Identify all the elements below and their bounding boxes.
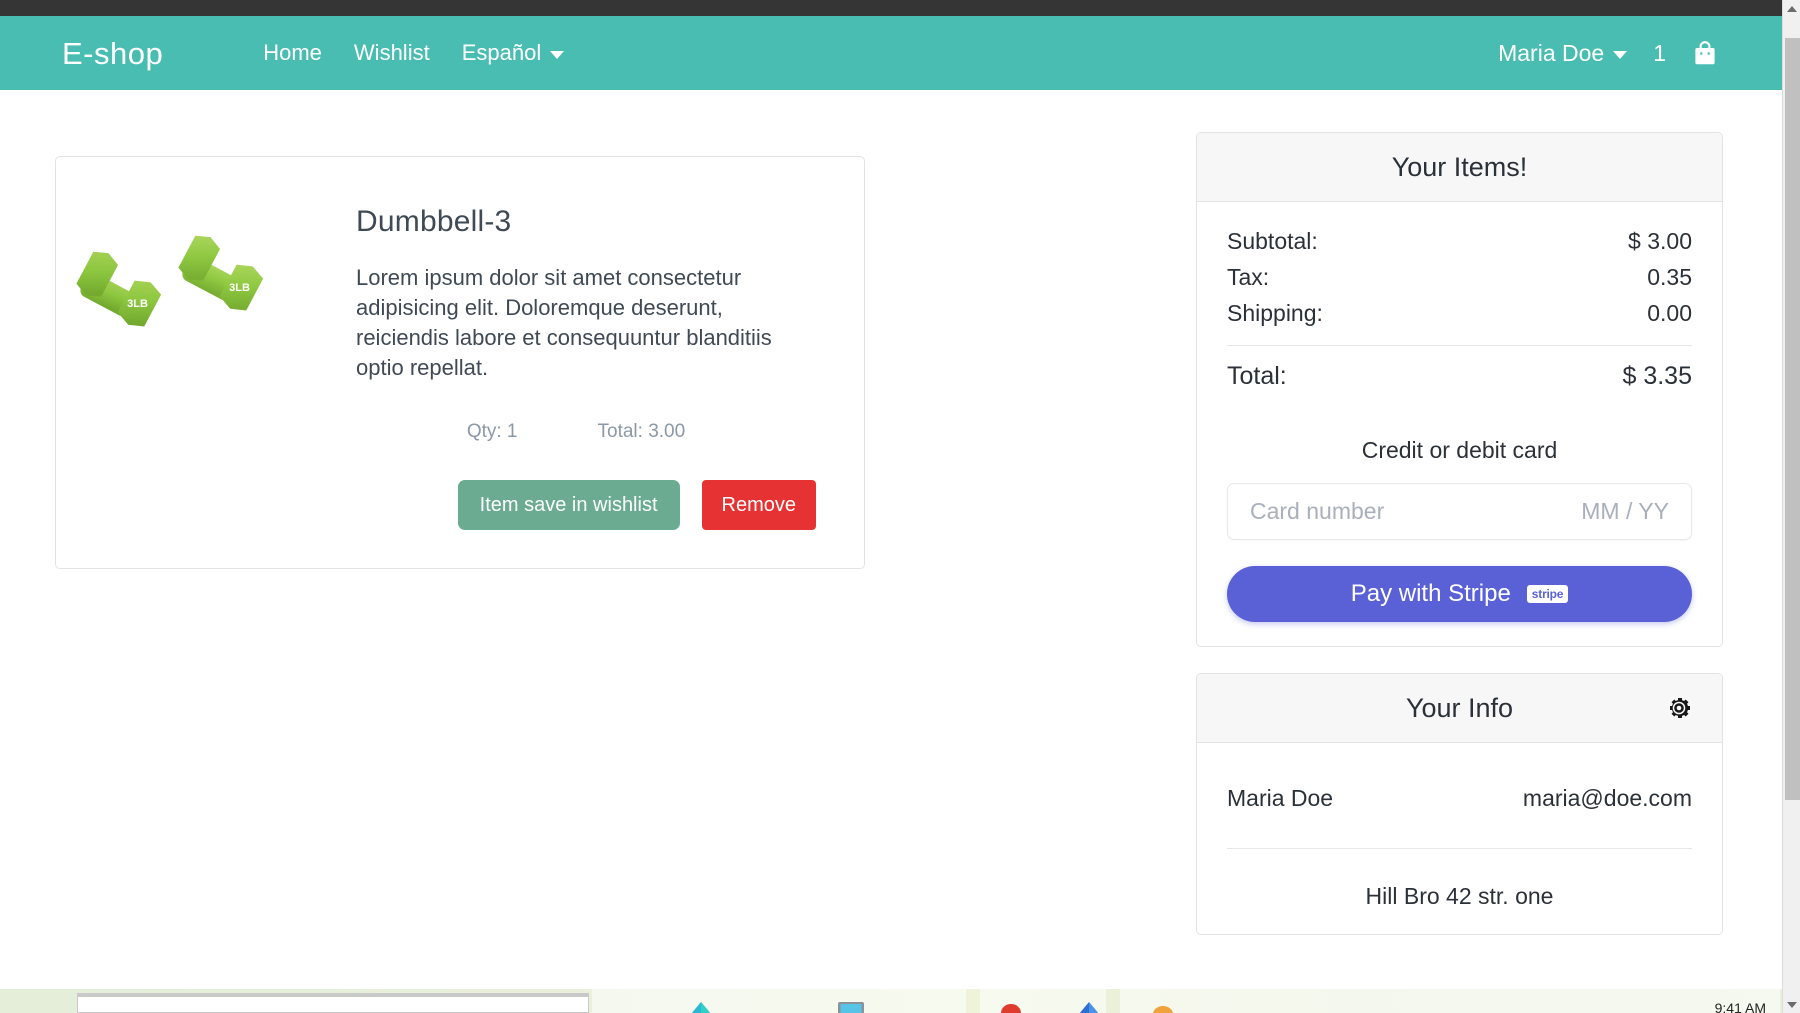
scrollbar-up-arrow[interactable] xyxy=(1783,0,1800,17)
tax-value: 0.35 xyxy=(1647,264,1692,290)
summary-row-subtotal: Subtotal: $ 3.00 xyxy=(1227,228,1692,255)
your-info-email: maria@doe.com xyxy=(1522,785,1692,811)
user-menu[interactable]: Maria Doe xyxy=(1498,39,1628,66)
subtotal-label: Subtotal: xyxy=(1227,228,1318,254)
dock-icon-monitor[interactable] xyxy=(838,1001,864,1013)
pay-with-stripe-button[interactable]: Pay with Stripe stripe xyxy=(1227,566,1692,622)
product-total: Total: 3.00 xyxy=(597,420,686,442)
gear-icon[interactable] xyxy=(1666,695,1692,721)
background-window-fragment[interactable] xyxy=(77,993,589,1013)
dock-icon-red[interactable] xyxy=(1000,1001,1022,1013)
total-value: $ 3.35 xyxy=(1622,362,1692,390)
summary-divider xyxy=(1227,345,1692,346)
scrollbar-down-arrow[interactable] xyxy=(1783,996,1800,1013)
nav-link-wishlist[interactable]: Wishlist xyxy=(354,42,430,64)
your-info-panel: Your Info Maria Doe maria@doe.com Hill B… xyxy=(1196,673,1723,935)
dock-icon-orange[interactable] xyxy=(1152,1001,1174,1013)
your-info-title: Your Info xyxy=(1405,692,1514,723)
navbar-right: Maria Doe 1 xyxy=(1498,39,1718,67)
order-summary-header: Your Items! xyxy=(1197,133,1722,202)
remove-item-button[interactable]: Remove xyxy=(701,479,816,530)
svg-text:3LB: 3LB xyxy=(229,282,250,294)
your-info-divider xyxy=(1227,848,1692,849)
card-expiry-input[interactable]: MM / YY xyxy=(1581,498,1669,525)
your-info-address: Hill Bro 42 str. one xyxy=(1365,883,1554,909)
dock-icon-teal[interactable] xyxy=(690,1001,712,1013)
order-summary-body: Subtotal: $ 3.00 Tax: 0.35 Shipping: 0.0… xyxy=(1197,202,1722,646)
user-name-label: Maria Doe xyxy=(1498,39,1605,66)
your-info-header: Your Info xyxy=(1197,674,1722,743)
nav-links: Home Wishlist Español xyxy=(263,42,565,64)
nav-link-home[interactable]: Home xyxy=(263,42,322,64)
svg-text:3LB: 3LB xyxy=(127,298,148,310)
subtotal-value: $ 3.00 xyxy=(1628,228,1692,254)
shipping-label: Shipping: xyxy=(1227,300,1323,326)
scrollbar-thumb[interactable] xyxy=(1785,38,1800,800)
vertical-scrollbar[interactable] xyxy=(1782,0,1800,1013)
brand-logo[interactable]: E-shop xyxy=(62,38,163,69)
checkout-sidebar: Your Items! Subtotal: $ 3.00 Tax: 0.35 S… xyxy=(1196,132,1723,935)
shipping-value: 0.00 xyxy=(1647,300,1692,326)
nav-language-dropdown[interactable]: Español xyxy=(462,42,565,64)
browser-top-strip xyxy=(0,0,1782,16)
order-summary-panel: Your Items! Subtotal: $ 3.00 Tax: 0.35 S… xyxy=(1196,132,1723,647)
tax-label: Tax: xyxy=(1227,264,1270,290)
product-details: Dumbbell-3 Lorem ipsum dolor sit amet co… xyxy=(346,157,864,530)
summary-row-total: Total: $ 3.35 xyxy=(1227,362,1692,391)
summary-row-shipping: Shipping: 0.00 xyxy=(1227,300,1692,327)
card-number-input[interactable]: Card number xyxy=(1250,498,1384,525)
nav-language-label: Español xyxy=(461,40,542,65)
desktop-panel-fragment-left xyxy=(592,989,966,1013)
chevron-down-icon xyxy=(550,51,565,59)
product-qty: Qty: 1 xyxy=(466,420,518,442)
your-info-name: Maria Doe xyxy=(1227,785,1334,811)
your-info-identity-row: Maria Doe maria@doe.com xyxy=(1227,769,1692,830)
stripe-logo-icon: stripe xyxy=(1526,585,1569,603)
cart-item-actions: Item save in wishlist Remove xyxy=(356,479,816,530)
page-content: 3LB 3LB Dumbbell-3 Lorem ipsum dolor sit… xyxy=(0,90,1782,990)
dock-icon-blue[interactable] xyxy=(1078,1001,1100,1013)
desktop-panel-fragment-right xyxy=(1120,989,1780,1013)
total-label: Total: xyxy=(1227,362,1287,390)
cart-item-card: 3LB 3LB Dumbbell-3 Lorem ipsum dolor sit… xyxy=(55,156,865,569)
chevron-down-icon xyxy=(1613,51,1628,59)
qty-total-row: Qty: 1 Total: 3.00 xyxy=(356,421,816,443)
chevron-down-icon xyxy=(1787,1001,1797,1008)
system-clock: 9:41 AM xyxy=(1714,1000,1766,1013)
pay-button-label: Pay with Stripe xyxy=(1350,580,1511,607)
your-info-body: Maria Doe maria@doe.com Hill Bro 42 str.… xyxy=(1197,743,1722,934)
save-to-wishlist-button[interactable]: Item save in wishlist xyxy=(457,479,680,530)
navbar: E-shop Home Wishlist Español Maria Doe 1 xyxy=(0,16,1782,90)
cart-count-badge: 1 xyxy=(1653,39,1666,66)
desktop-taskbar-strip: 9:41 AM xyxy=(0,989,1800,1013)
summary-row-tax: Tax: 0.35 xyxy=(1227,264,1692,291)
product-description: Lorem ipsum dolor sit amet consectetur a… xyxy=(356,265,772,381)
screen: E-shop Home Wishlist Español Maria Doe 1 xyxy=(0,0,1800,1013)
payment-section-label: Credit or debit card xyxy=(1361,437,1558,463)
chevron-up-icon xyxy=(1786,5,1797,12)
shopping-bag-icon[interactable] xyxy=(1692,39,1718,67)
order-summary-title: Your Items! xyxy=(1391,151,1528,182)
product-title: Dumbbell-3 xyxy=(356,205,512,238)
product-image[interactable]: 3LB 3LB xyxy=(56,157,346,375)
card-input-group[interactable]: Card number MM / YY xyxy=(1227,483,1692,540)
